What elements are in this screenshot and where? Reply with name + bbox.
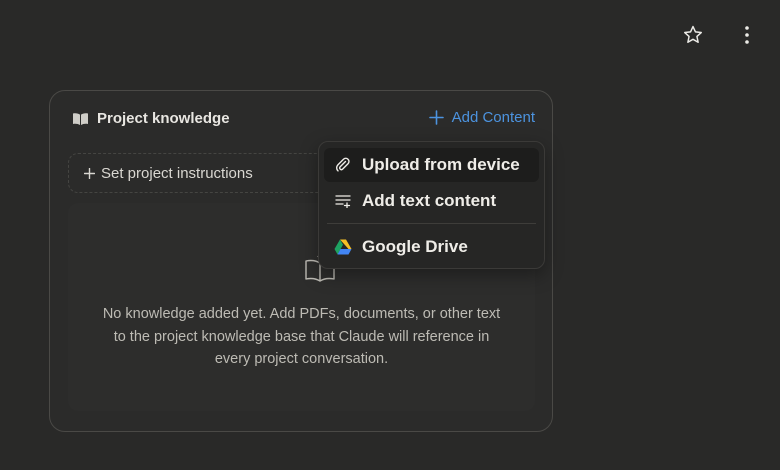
empty-state-message: No knowledge added yet. Add PDFs, docume… [102, 306, 501, 367]
star-button[interactable] [679, 21, 707, 49]
menu-item-label: Add text content [362, 191, 497, 210]
menu-item-google-drive[interactable]: Google Drive [324, 230, 539, 264]
project-page: Project knowledge Add Content Set projec… [0, 0, 780, 470]
project-knowledge-title: Project knowledge [97, 110, 230, 127]
menu-item-upload-from-device[interactable]: Upload from device [324, 148, 539, 182]
set-project-instructions-button[interactable]: Set project instructions [68, 153, 333, 193]
menu-item-label: Upload from device [362, 155, 520, 174]
plus-icon [84, 167, 95, 179]
book-icon [73, 112, 88, 125]
paperclip-icon [334, 156, 352, 174]
add-content-label: Add Content [451, 109, 535, 126]
more-vertical-icon [745, 26, 749, 44]
text-lines-icon [334, 192, 352, 210]
plus-icon [428, 110, 444, 125]
project-knowledge-header: Project knowledge [72, 110, 230, 127]
menu-item-label: Google Drive [362, 237, 468, 256]
google-drive-icon [334, 238, 352, 256]
add-content-dropdown: Upload from device Add text content Goog… [318, 141, 545, 269]
star-icon [684, 25, 702, 43]
menu-divider [327, 223, 536, 224]
set-project-instructions-label: Set project instructions [101, 164, 253, 182]
more-options-button[interactable] [733, 21, 761, 49]
add-content-button[interactable]: Add Content [428, 109, 535, 126]
menu-item-add-text-content[interactable]: Add text content [324, 184, 539, 218]
